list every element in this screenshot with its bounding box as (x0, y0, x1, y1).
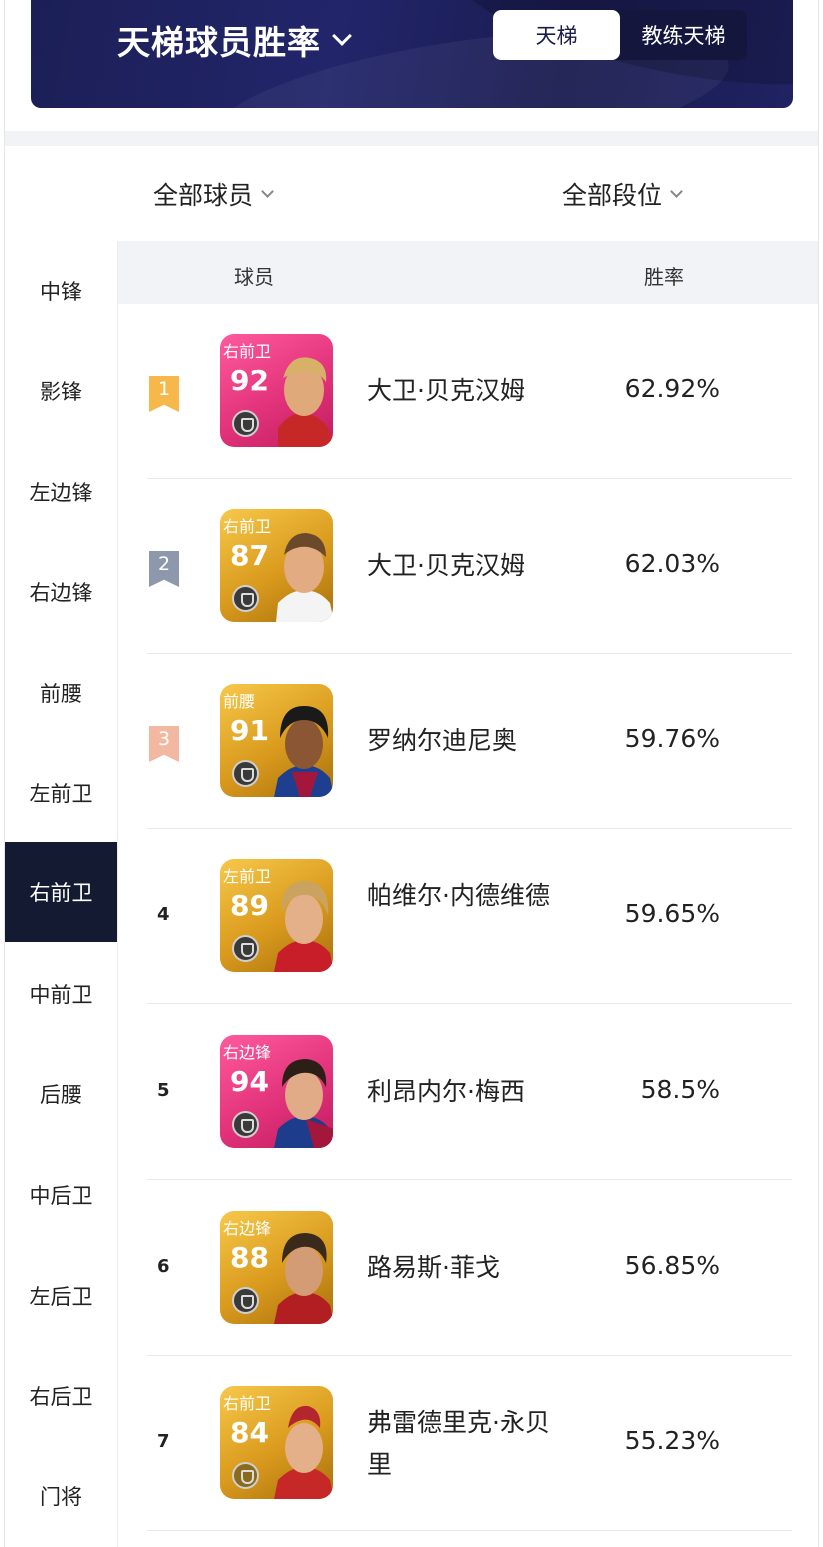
player-portrait-icon (274, 706, 333, 797)
player-name: 帕维尔·内德维德 (367, 881, 550, 910)
shield-badge-icon (232, 1287, 259, 1314)
sidebar-item-dmf[interactable]: 后腰 (5, 1044, 117, 1144)
card-position: 左前卫 (223, 867, 272, 886)
rank-number: 5 (157, 1080, 170, 1101)
sidebar-item-cf[interactable]: 中锋 (5, 241, 117, 341)
player-card: 右边锋 88 (220, 1211, 333, 1324)
player-name: 利昂内尔·梅西 (367, 1077, 525, 1106)
table-header: 球员 胜率 (118, 241, 818, 304)
sidebar-item-lb[interactable]: 左后卫 (5, 1246, 117, 1346)
player-name: 弗雷德里克·永贝里 (367, 1408, 550, 1479)
player-portrait-icon (274, 1059, 333, 1148)
player-name: 罗纳尔迪尼奥 (367, 726, 518, 755)
rank-silver-flag-icon: 2 (149, 551, 179, 587)
win-rate-value: 59.65% (624, 899, 720, 928)
card-rating: 88 (230, 1241, 269, 1274)
shield-badge-icon (232, 935, 259, 962)
rank-number: 4 (157, 904, 170, 925)
win-rate-value: 56.85% (624, 1251, 720, 1280)
player-portrait-icon (274, 1233, 333, 1324)
tier-filter-dropdown[interactable]: 全部段位 (562, 176, 683, 212)
card-position: 右前卫 (223, 342, 272, 361)
table-row[interactable]: 5 右边锋 94 利昂内尔·梅西 58.5% (147, 1005, 792, 1180)
shield-badge-icon (232, 585, 259, 612)
tab-ladder[interactable]: 天梯 (493, 10, 620, 60)
sidebar-item-rwf[interactable]: 右边锋 (5, 542, 117, 642)
tab-coach-ladder[interactable]: 教练天梯 (620, 10, 747, 60)
player-card: 前腰 91 (220, 684, 333, 797)
card-rating: 84 (230, 1416, 269, 1449)
player-name: 大卫·贝克汉姆 (367, 551, 525, 580)
chevron-down-icon (261, 184, 274, 198)
sidebar-item-lwf[interactable]: 左边锋 (5, 442, 117, 542)
win-rate-value: 62.92% (624, 374, 720, 403)
rank-number: 7 (157, 1431, 170, 1452)
win-rate-value: 62.03% (624, 549, 720, 578)
sidebar-item-cmf[interactable]: 中前卫 (5, 944, 117, 1044)
player-portrait-icon (276, 533, 333, 622)
player-card: 右前卫 84 (220, 1386, 333, 1499)
player-card: 左前卫 89 (220, 859, 333, 972)
card-rating: 94 (230, 1065, 269, 1098)
section-divider (5, 131, 818, 146)
player-name: 大卫·贝克汉姆 (367, 376, 525, 405)
player-card: 右边锋 94 (220, 1035, 333, 1148)
shield-badge-icon (232, 1462, 259, 1489)
shield-badge-icon (232, 410, 259, 437)
card-position: 右前卫 (223, 517, 272, 536)
table-row[interactable]: 2 右前卫 87 大卫·贝克汉姆 62.03% (147, 479, 792, 654)
mode-toggle: 天梯 教练天梯 (493, 10, 747, 60)
player-name: 路易斯·菲戈 (367, 1253, 500, 1282)
sidebar-item-ss[interactable]: 影锋 (5, 341, 117, 441)
sidebar-item-cb[interactable]: 中后卫 (5, 1145, 117, 1245)
sidebar-item-amf[interactable]: 前腰 (5, 643, 117, 743)
position-sidebar: 中锋 影锋 左边锋 右边锋 前腰 左前卫 右前卫 中前卫 后腰 中后卫 左后卫 … (5, 241, 118, 1547)
column-header-win-rate[interactable]: 胜率 (644, 261, 684, 290)
title-dropdown[interactable]: 天梯球员胜率 (117, 16, 352, 64)
table-row[interactable]: 6 右边锋 88 路易斯·菲戈 56.85% (147, 1181, 792, 1356)
chevron-down-icon (670, 184, 683, 198)
win-rate-value: 58.5% (640, 1075, 720, 1104)
player-portrait-icon (274, 1405, 333, 1499)
rank-number: 6 (157, 1256, 170, 1277)
rank-bronze-flag-icon: 3 (149, 726, 179, 762)
column-header-player: 球员 (234, 265, 274, 289)
card-position: 右边锋 (223, 1219, 272, 1238)
win-rate-value: 55.23% (624, 1426, 720, 1455)
table-row[interactable]: 1 右前卫 92 大卫·贝克汉姆 62.92% (147, 304, 792, 479)
sidebar-item-rmf[interactable]: 右前卫 (5, 842, 117, 942)
table-row[interactable]: 3 前腰 91 罗纳尔迪尼奥 59.76% (147, 654, 792, 829)
tier-filter-label: 全部段位 (562, 181, 663, 210)
card-position: 右前卫 (223, 1394, 272, 1413)
player-card: 右前卫 92 (220, 334, 333, 447)
card-rating: 92 (230, 364, 269, 397)
chevron-down-icon (332, 26, 352, 46)
header-banner: 天梯球员胜率 天梯 教练天梯 (31, 0, 793, 108)
win-rate-value: 59.76% (624, 724, 720, 753)
card-rating: 89 (230, 889, 269, 922)
player-portrait-icon (274, 881, 333, 972)
sidebar-item-rb[interactable]: 右后卫 (5, 1346, 117, 1446)
table-row[interactable]: 4 左前卫 89 帕维尔·内德维德 59.65% (147, 829, 792, 1004)
shield-badge-icon (232, 1111, 259, 1138)
sidebar-item-gk[interactable]: 门将 (5, 1446, 117, 1546)
sidebar-item-lmf[interactable]: 左前卫 (5, 743, 117, 843)
player-card: 右前卫 87 (220, 509, 333, 622)
shield-badge-icon (232, 760, 259, 787)
player-portrait-icon (278, 357, 333, 447)
card-rating: 91 (230, 714, 269, 747)
page-title: 天梯球员胜率 (117, 23, 321, 62)
card-position: 前腰 (223, 692, 256, 711)
table-row[interactable]: 7 右前卫 84 弗雷德里克·永贝里 55.23% (147, 1356, 792, 1531)
card-rating: 87 (230, 539, 269, 572)
player-filter-label: 全部球员 (153, 181, 254, 210)
player-filter-dropdown[interactable]: 全部球员 (153, 176, 274, 212)
rank-gold-flag-icon: 1 (149, 376, 179, 412)
card-position: 右边锋 (223, 1043, 272, 1062)
